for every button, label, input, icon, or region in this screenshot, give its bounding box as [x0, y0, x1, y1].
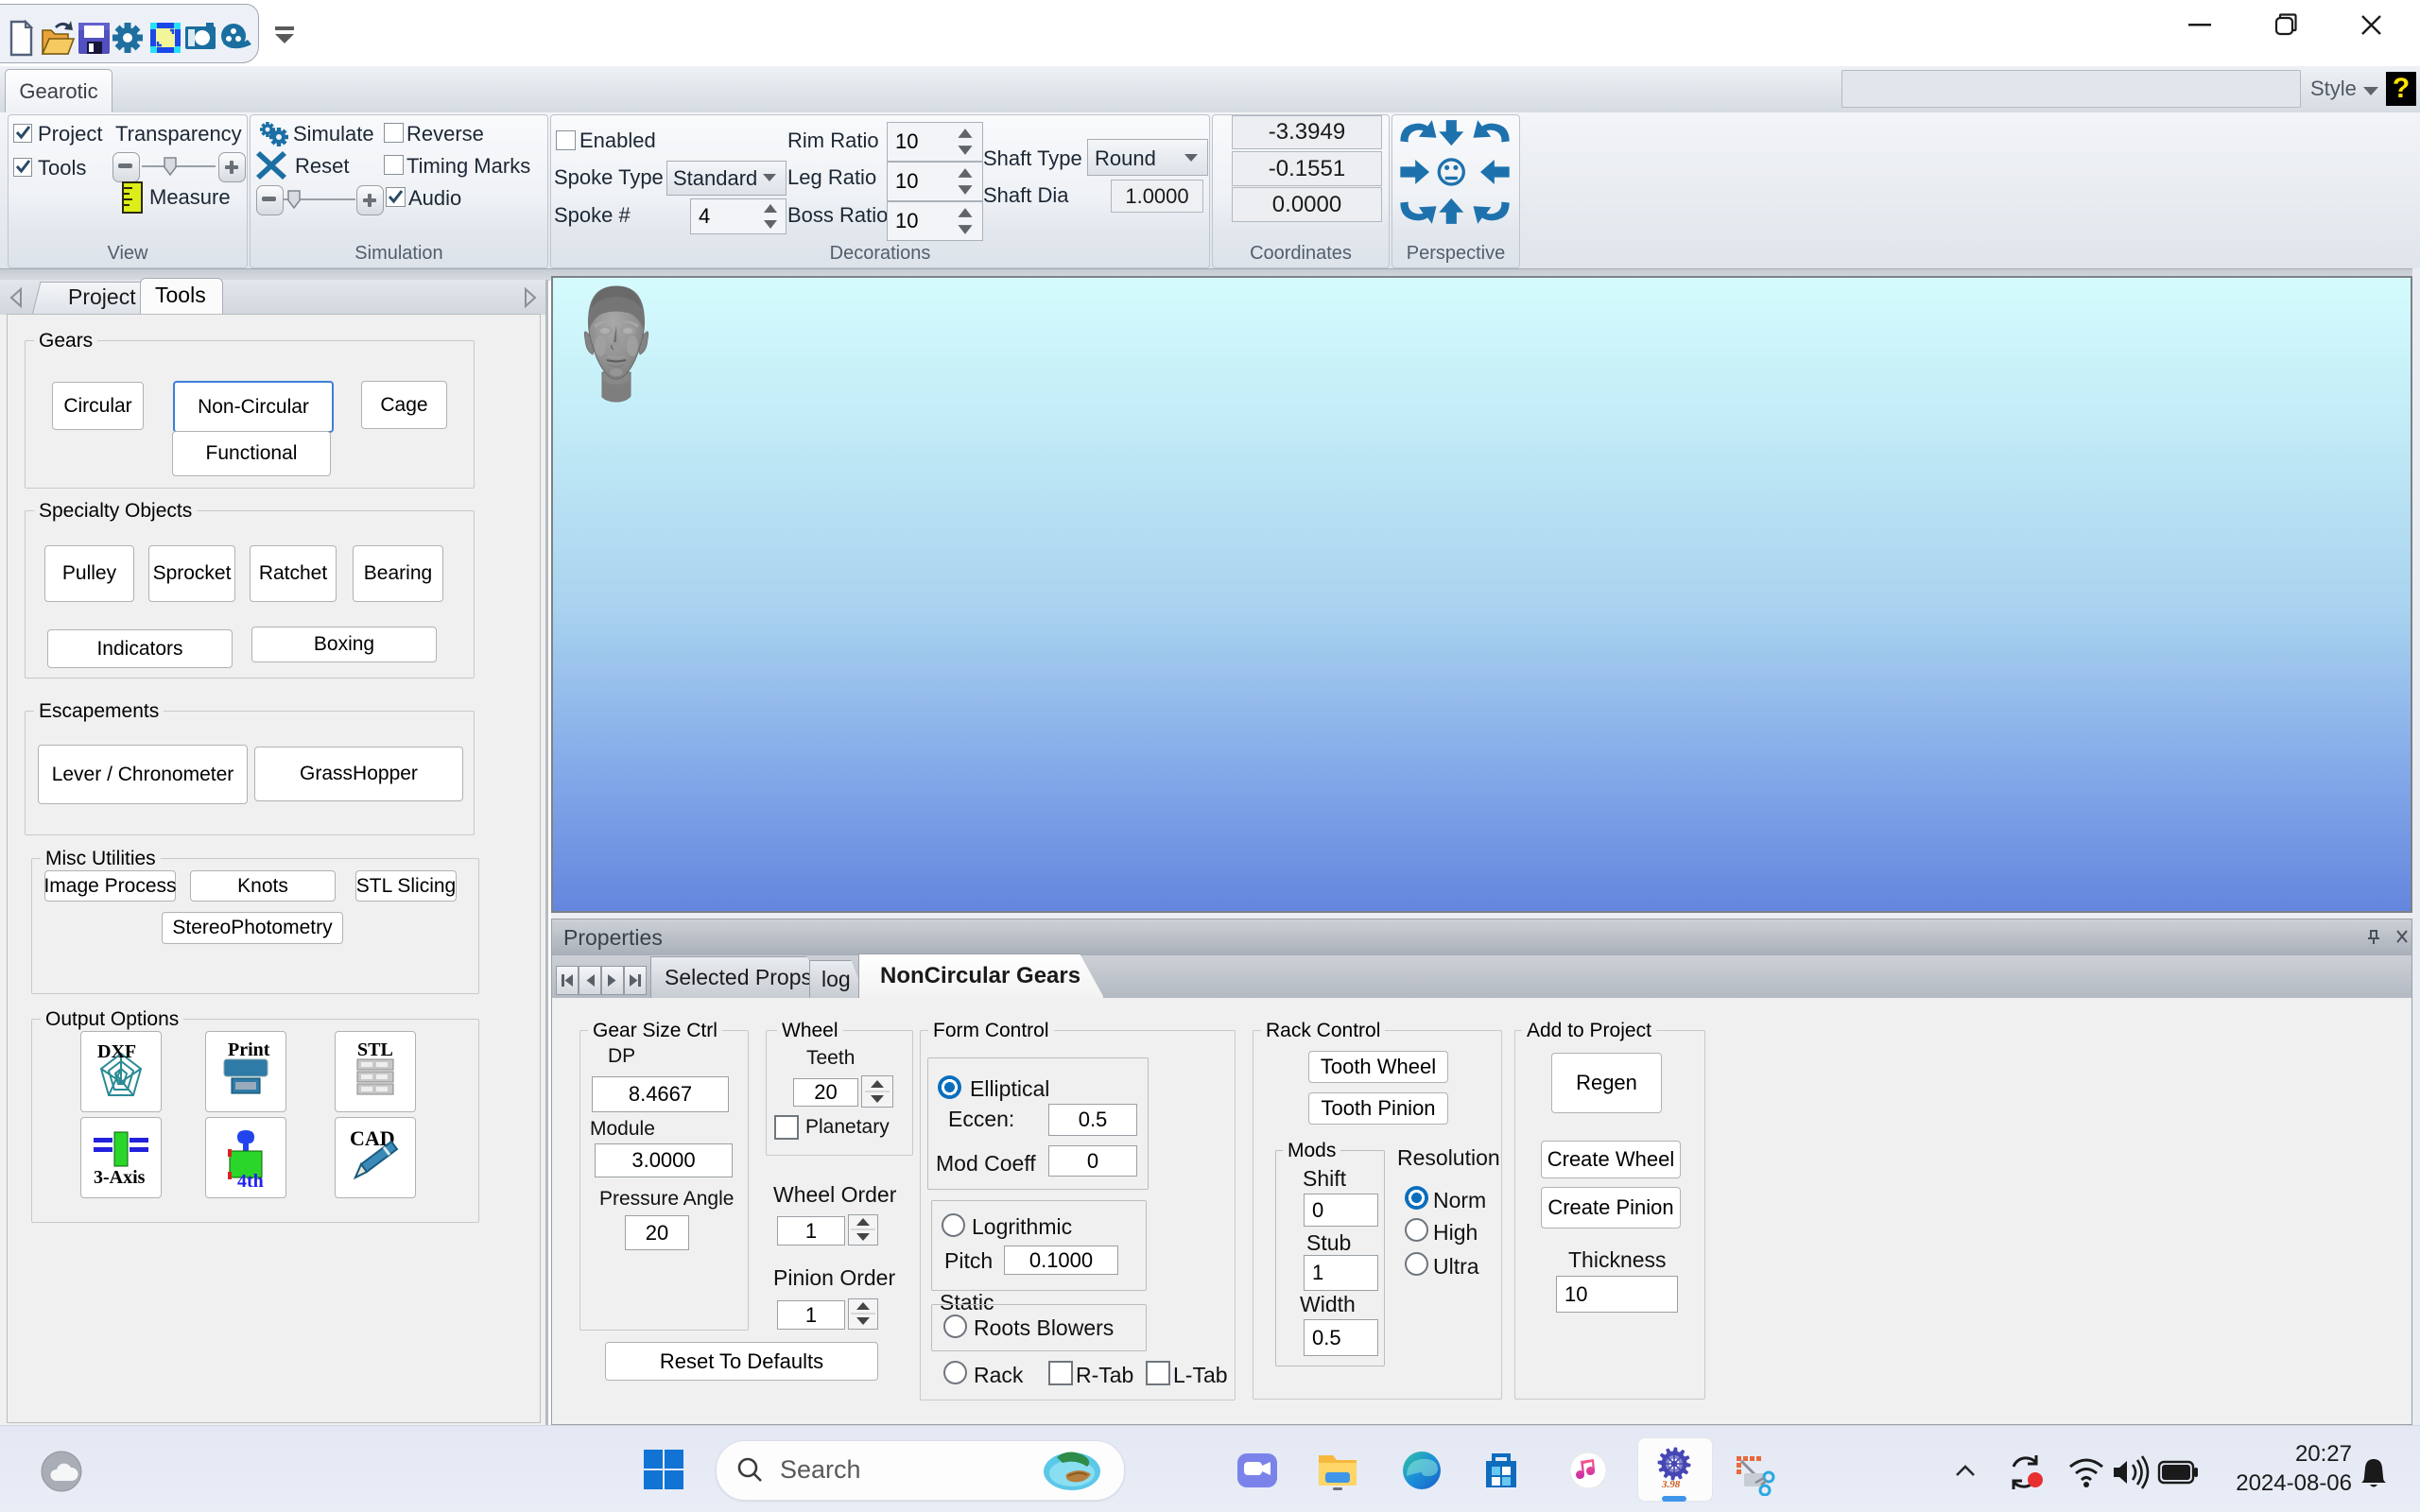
svg-text:3.98: 3.98: [1661, 1479, 1681, 1489]
